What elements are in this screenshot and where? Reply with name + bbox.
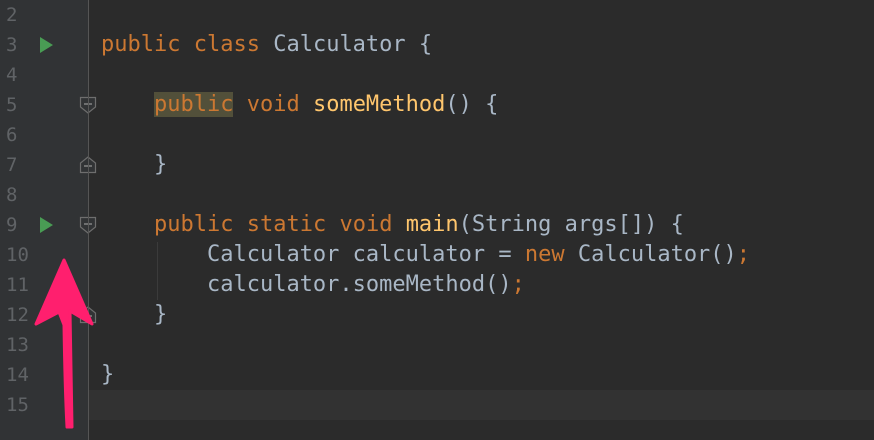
keyword-highlighted: public: [153, 92, 234, 117]
run-main-icon[interactable]: [38, 216, 54, 234]
code-line-14: }: [101, 360, 114, 390]
editor-gutter: 2 3 4 5 6 7 8 9 10 11 12 13 14 15: [0, 0, 97, 440]
semicolon: ;: [736, 242, 751, 267]
line-number: 6: [6, 124, 18, 146]
code-line-11: calculator.someMethod();: [101, 270, 525, 300]
run-class-icon[interactable]: [38, 36, 54, 54]
keyword: void: [246, 92, 300, 117]
code-editor[interactable]: 2 3 4 5 6 7 8 9 10 11 12 13 14 15 public…: [0, 0, 874, 440]
line-number: 8: [6, 184, 18, 206]
line-number: 13: [6, 334, 29, 356]
line-number: 15: [6, 394, 29, 416]
method-params: (String args[]) {: [458, 212, 684, 237]
method-name: someMethod: [312, 92, 446, 117]
keyword: class: [193, 32, 260, 57]
code-line-9: public static void main(String args[]) {: [101, 210, 684, 240]
line-number: 11: [6, 274, 29, 296]
code-line-3: public class Calculator {: [101, 30, 432, 60]
code-area[interactable]: public class Calculator { public void so…: [89, 0, 874, 440]
closing-brace: }: [153, 152, 168, 177]
closing-brace: }: [101, 362, 115, 387]
line-number: 3: [6, 34, 18, 56]
closing-brace: }: [153, 302, 168, 327]
method-params: () {: [445, 92, 499, 117]
semicolon: ;: [511, 272, 525, 297]
line-number: 14: [6, 364, 29, 386]
keyword: static: [246, 212, 327, 237]
line-number: 7: [6, 154, 18, 176]
line-number: 2: [6, 4, 18, 26]
constructor-call: Calculator(): [564, 242, 737, 267]
keyword: public: [153, 212, 234, 237]
code-line-12: }: [101, 300, 167, 330]
code-line-5: public void someMethod() {: [101, 90, 498, 120]
current-line-highlight: [89, 390, 874, 420]
keyword: void: [339, 212, 393, 237]
variable-declaration: Calculator calculator =: [206, 242, 525, 267]
line-number: 9: [6, 214, 18, 236]
method-name: main: [405, 212, 459, 237]
code-line-7: }: [101, 150, 167, 180]
method-call: calculator.someMethod(): [206, 272, 512, 297]
class-declaration: Calculator {: [259, 32, 433, 57]
line-number: 12: [6, 304, 29, 326]
line-number: 4: [6, 64, 18, 86]
keyword: new: [524, 242, 565, 267]
line-number: 5: [6, 94, 18, 116]
keyword: public: [101, 32, 181, 57]
code-line-10: Calculator calculator = new Calculator()…: [101, 240, 750, 270]
line-number: 10: [6, 244, 29, 266]
